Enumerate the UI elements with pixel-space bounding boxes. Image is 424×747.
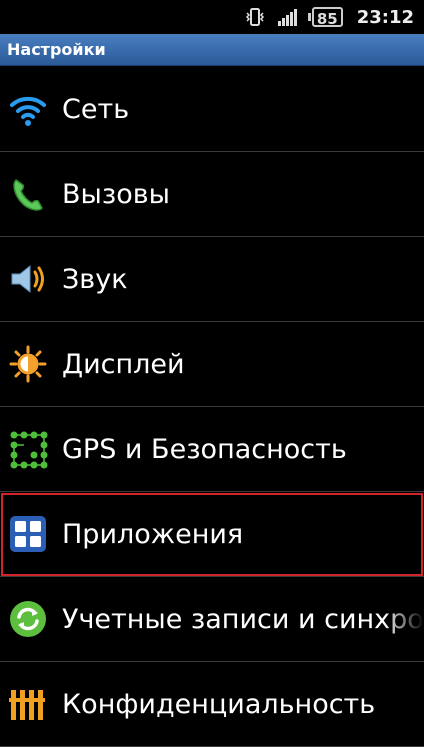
apps-grid-icon xyxy=(8,514,48,554)
settings-item-sound[interactable]: Звук xyxy=(0,237,424,322)
vibrate-icon xyxy=(244,6,266,28)
signal-icon xyxy=(276,6,298,28)
page-title: Настройки xyxy=(7,40,106,59)
settings-item-gps-security[interactable]: GPS и Безопасность xyxy=(0,407,424,492)
settings-item-network[interactable]: Сеть xyxy=(0,67,424,152)
battery-level: 85 xyxy=(311,7,343,28)
clock: 23:12 xyxy=(356,6,414,28)
gps-security-icon xyxy=(8,429,48,469)
settings-item-label: Звук xyxy=(62,263,128,295)
status-bar: 85 23:12 xyxy=(0,0,424,34)
settings-item-label: Конфиденциальность xyxy=(62,688,376,720)
settings-item-privacy[interactable]: Конфиденциальность xyxy=(0,662,424,747)
settings-item-display[interactable]: Дисплей xyxy=(0,322,424,407)
settings-item-label: Учетные записи и синхро xyxy=(62,603,424,635)
settings-item-label: Дисплей xyxy=(62,348,185,380)
privacy-icon xyxy=(8,684,48,724)
settings-item-calls[interactable]: Вызовы xyxy=(0,152,424,237)
settings-item-accounts-sync[interactable]: Учетные записи и синхро xyxy=(0,577,424,662)
phone-icon xyxy=(8,174,48,214)
battery-icon: 85 xyxy=(307,7,343,28)
settings-item-label: Сеть xyxy=(62,93,130,125)
speaker-icon xyxy=(8,259,48,299)
text-fade xyxy=(384,577,424,661)
battery-tip xyxy=(307,13,311,21)
wifi-icon xyxy=(8,89,48,129)
settings-item-label: Приложения xyxy=(62,518,244,550)
settings-item-label: Вызовы xyxy=(62,178,170,210)
sync-icon xyxy=(8,599,48,639)
title-bar: Настройки xyxy=(0,34,424,66)
settings-item-applications[interactable]: Приложения xyxy=(0,492,424,577)
settings-item-label: GPS и Безопасность xyxy=(62,433,347,465)
brightness-icon xyxy=(8,344,48,384)
settings-list: Сеть Вызовы Звук Дисплей GPS и Безопасно… xyxy=(0,67,424,747)
